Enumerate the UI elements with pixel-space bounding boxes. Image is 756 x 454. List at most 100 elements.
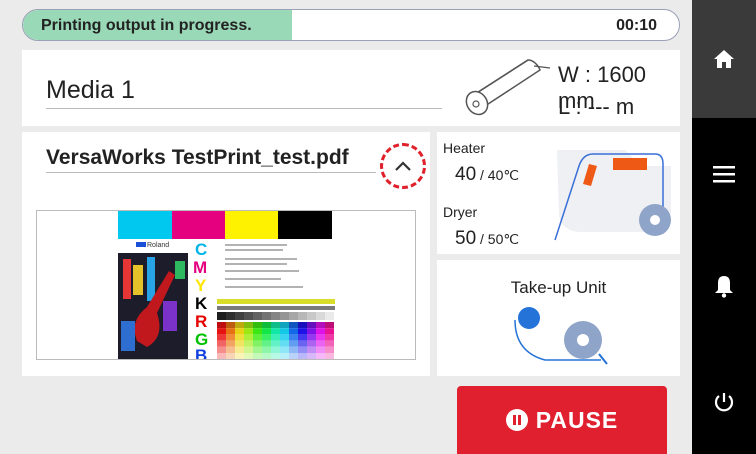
color-swatch	[298, 334, 307, 341]
color-swatch	[289, 340, 298, 347]
color-swatch	[253, 328, 262, 335]
pause-label: PAUSE	[535, 406, 619, 433]
status-message: Printing output in progress.	[41, 17, 252, 34]
gray-swatch	[289, 312, 298, 320]
color-swatch	[262, 328, 271, 335]
divider	[46, 108, 442, 109]
home-icon	[714, 50, 734, 68]
color-swatch	[298, 328, 307, 335]
status-bar: Printing output in progress. 00:10	[22, 9, 680, 41]
takeup-unit-panel[interactable]: Take-up Unit	[437, 260, 680, 376]
color-swatch	[325, 334, 334, 341]
color-swatch	[271, 328, 280, 335]
preview-letter-b: B	[195, 346, 207, 359]
color-swatch	[298, 353, 307, 360]
color-swatch	[262, 340, 271, 347]
color-swatch	[217, 340, 226, 347]
gray-swatch	[262, 312, 271, 320]
preview-letter-r: R	[195, 312, 207, 331]
media-panel[interactable]: Media 1 W : 1600 mm L : --- m	[22, 50, 680, 126]
menu-button[interactable]	[692, 144, 756, 204]
color-swatch	[325, 340, 334, 347]
test-print-image: Roland C M Y K R G B	[118, 211, 335, 365]
color-swatch	[235, 334, 244, 341]
media-length: L : --- m	[558, 94, 635, 119]
color-swatch	[271, 340, 280, 347]
color-swatch	[262, 322, 271, 329]
color-swatch	[244, 346, 253, 353]
gray-swatch	[307, 312, 316, 320]
gray-swatch	[271, 312, 280, 320]
power-button[interactable]	[692, 372, 756, 432]
color-swatch	[262, 334, 271, 341]
color-swatch	[289, 334, 298, 341]
color-swatch	[226, 322, 235, 329]
preview-letter-c: C	[195, 240, 207, 259]
color-swatch	[316, 353, 325, 360]
color-swatch	[217, 346, 226, 353]
heater-label: Heater	[443, 140, 486, 156]
color-swatch	[307, 346, 316, 353]
color-swatch	[289, 353, 298, 360]
color-swatch	[325, 346, 334, 353]
preview-letter-m: M	[193, 258, 207, 277]
heater-dryer-panel[interactable]: Heater 40 / 40℃ Dryer 50 / 50℃	[437, 132, 680, 254]
color-swatch	[307, 334, 316, 341]
takeup-unit-icon	[514, 307, 608, 365]
color-swatch	[226, 346, 235, 353]
color-swatch	[307, 328, 316, 335]
elapsed-time: 00:10	[616, 17, 657, 34]
color-swatch	[280, 346, 289, 353]
color-swatch	[307, 353, 316, 360]
home-button[interactable]	[692, 0, 756, 118]
heater-value: 40 / 40℃	[455, 164, 520, 185]
preview-letter-k: K	[195, 294, 208, 313]
printer-path-icon	[554, 150, 671, 241]
color-swatch	[298, 346, 307, 353]
color-swatch	[226, 353, 235, 360]
color-swatch	[253, 334, 262, 341]
preview-brand: Roland	[147, 242, 169, 249]
print-preview: Roland C M Y K R G B	[36, 210, 416, 365]
color-swatch	[280, 353, 289, 360]
gray-swatch	[226, 312, 235, 320]
divider	[46, 172, 376, 173]
color-swatch	[280, 328, 289, 335]
color-swatch	[244, 353, 253, 360]
color-swatch	[217, 322, 226, 329]
collapse-button[interactable]	[380, 143, 426, 189]
color-swatch	[235, 353, 244, 360]
color-swatch	[307, 340, 316, 347]
dryer-label: Dryer	[443, 204, 478, 220]
pause-button[interactable]: PAUSE	[457, 386, 667, 454]
color-swatch	[289, 322, 298, 329]
color-swatch	[316, 328, 325, 335]
gray-swatch	[325, 312, 334, 320]
takeup-title: Take-up Unit	[510, 278, 607, 297]
color-swatch	[271, 322, 280, 329]
color-swatch	[307, 322, 316, 329]
color-swatch	[226, 340, 235, 347]
color-swatch	[280, 340, 289, 347]
gray-swatch	[298, 312, 307, 320]
color-swatch	[253, 346, 262, 353]
color-swatch	[244, 322, 253, 329]
bell-icon	[715, 276, 733, 298]
color-swatch	[235, 346, 244, 353]
gray-swatch	[253, 312, 262, 320]
menu-icon	[713, 166, 735, 183]
color-swatch	[244, 340, 253, 347]
notifications-button[interactable]	[692, 256, 756, 316]
job-filename: VersaWorks TestPrint_test.pdf	[46, 146, 349, 169]
color-swatch	[217, 328, 226, 335]
color-swatch	[244, 334, 253, 341]
color-swatch	[235, 340, 244, 347]
color-swatch	[325, 353, 334, 360]
color-swatch	[235, 328, 244, 335]
color-swatch	[262, 353, 271, 360]
gray-swatch	[235, 312, 244, 320]
color-swatch	[280, 322, 289, 329]
color-swatch	[325, 328, 334, 335]
gray-swatch	[280, 312, 289, 320]
color-swatch	[280, 334, 289, 341]
